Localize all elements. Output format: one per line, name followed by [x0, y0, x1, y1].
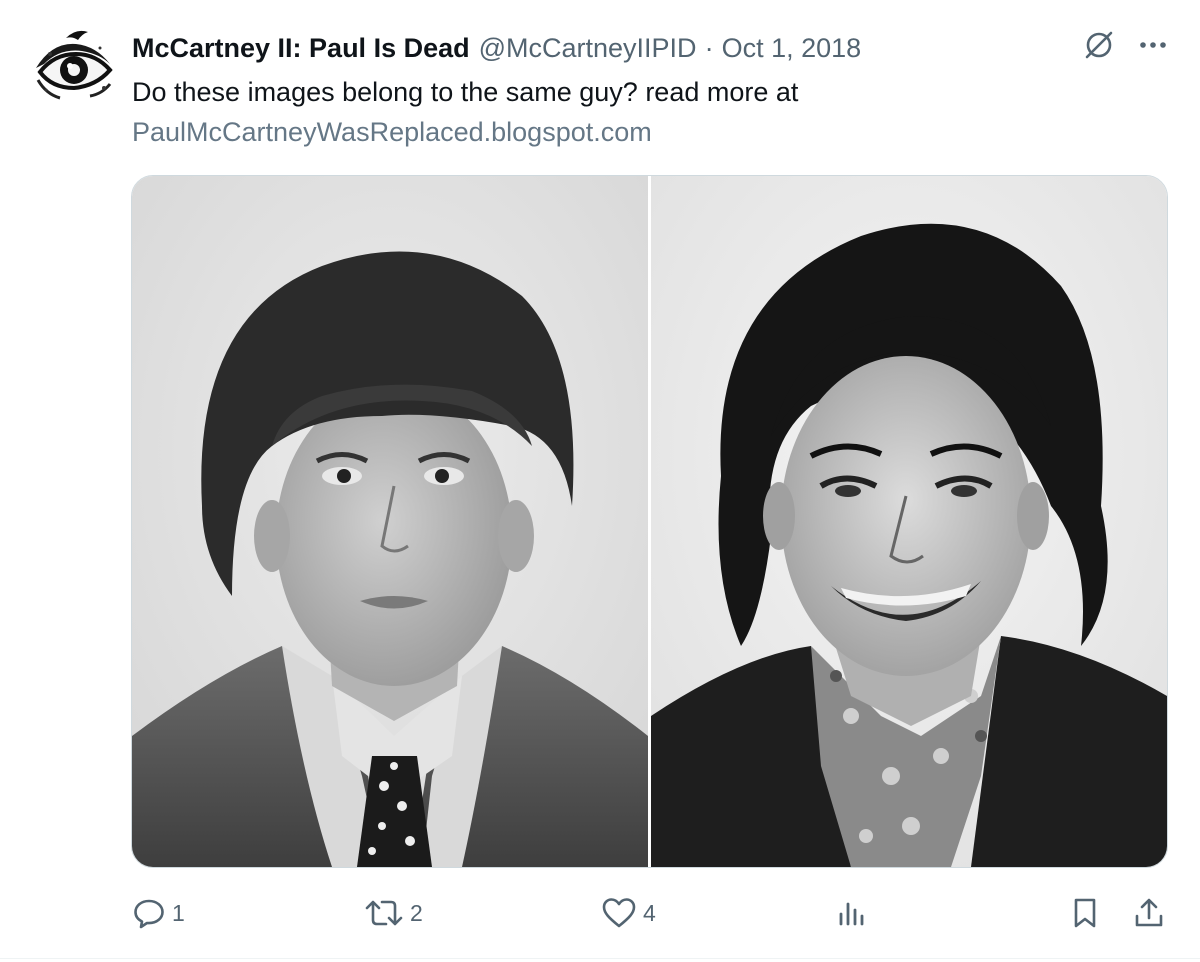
display-name[interactable]: McCartney II: Paul Is Dead — [132, 33, 470, 64]
like-button[interactable]: 4 — [601, 893, 656, 933]
reply-button[interactable]: 1 — [132, 893, 185, 933]
eye-logo-icon — [30, 24, 116, 110]
more-dots-icon — [1140, 42, 1166, 48]
top-actions — [1082, 28, 1170, 62]
reply-count: 1 — [172, 899, 185, 926]
reply-icon — [134, 899, 164, 929]
tweet-link[interactable]: PaulMcCartneyWasReplaced.blogspot.com — [132, 112, 798, 152]
heart-icon — [602, 898, 636, 928]
retweet-count: 2 — [410, 899, 423, 926]
bookmark-icon — [1074, 898, 1096, 928]
user-handle[interactable]: @McCartneyIIPID — [479, 33, 697, 64]
tweet-text: Do these images belong to the same guy? … — [132, 72, 798, 152]
slashed-circle-icon — [1085, 31, 1113, 59]
retweet-button[interactable]: 2 — [364, 893, 423, 933]
views-button[interactable] — [835, 893, 869, 933]
retweet-icon — [365, 900, 403, 926]
share-button[interactable] — [1132, 893, 1166, 933]
portrait-right-image — [651, 176, 1167, 867]
more-options-button[interactable] — [1136, 28, 1170, 62]
portrait-left-image — [132, 176, 648, 867]
tweet-card[interactable]: McCartney II: Paul Is Dead @McCartneyIIP… — [0, 0, 1200, 962]
separator-dot: · — [704, 32, 714, 63]
divider — [0, 958, 1200, 959]
like-count: 4 — [643, 899, 656, 926]
share-icon — [1135, 898, 1163, 927]
media-grid — [131, 175, 1168, 868]
tweet-header: McCartney II: Paul Is Dead @McCartneyIIP… — [132, 30, 861, 66]
photo-left[interactable] — [132, 176, 648, 867]
tweet-date[interactable]: Oct 1, 2018 — [722, 33, 862, 64]
tweet-body: Do these images belong to the same guy? … — [132, 77, 799, 107]
photo-right[interactable] — [651, 176, 1167, 867]
avatar[interactable] — [30, 24, 116, 110]
bookmark-button[interactable] — [1068, 893, 1102, 933]
action-bar: 1 2 4 — [132, 893, 1168, 933]
bar-chart-icon — [839, 902, 864, 926]
grok-button[interactable] — [1082, 28, 1116, 62]
